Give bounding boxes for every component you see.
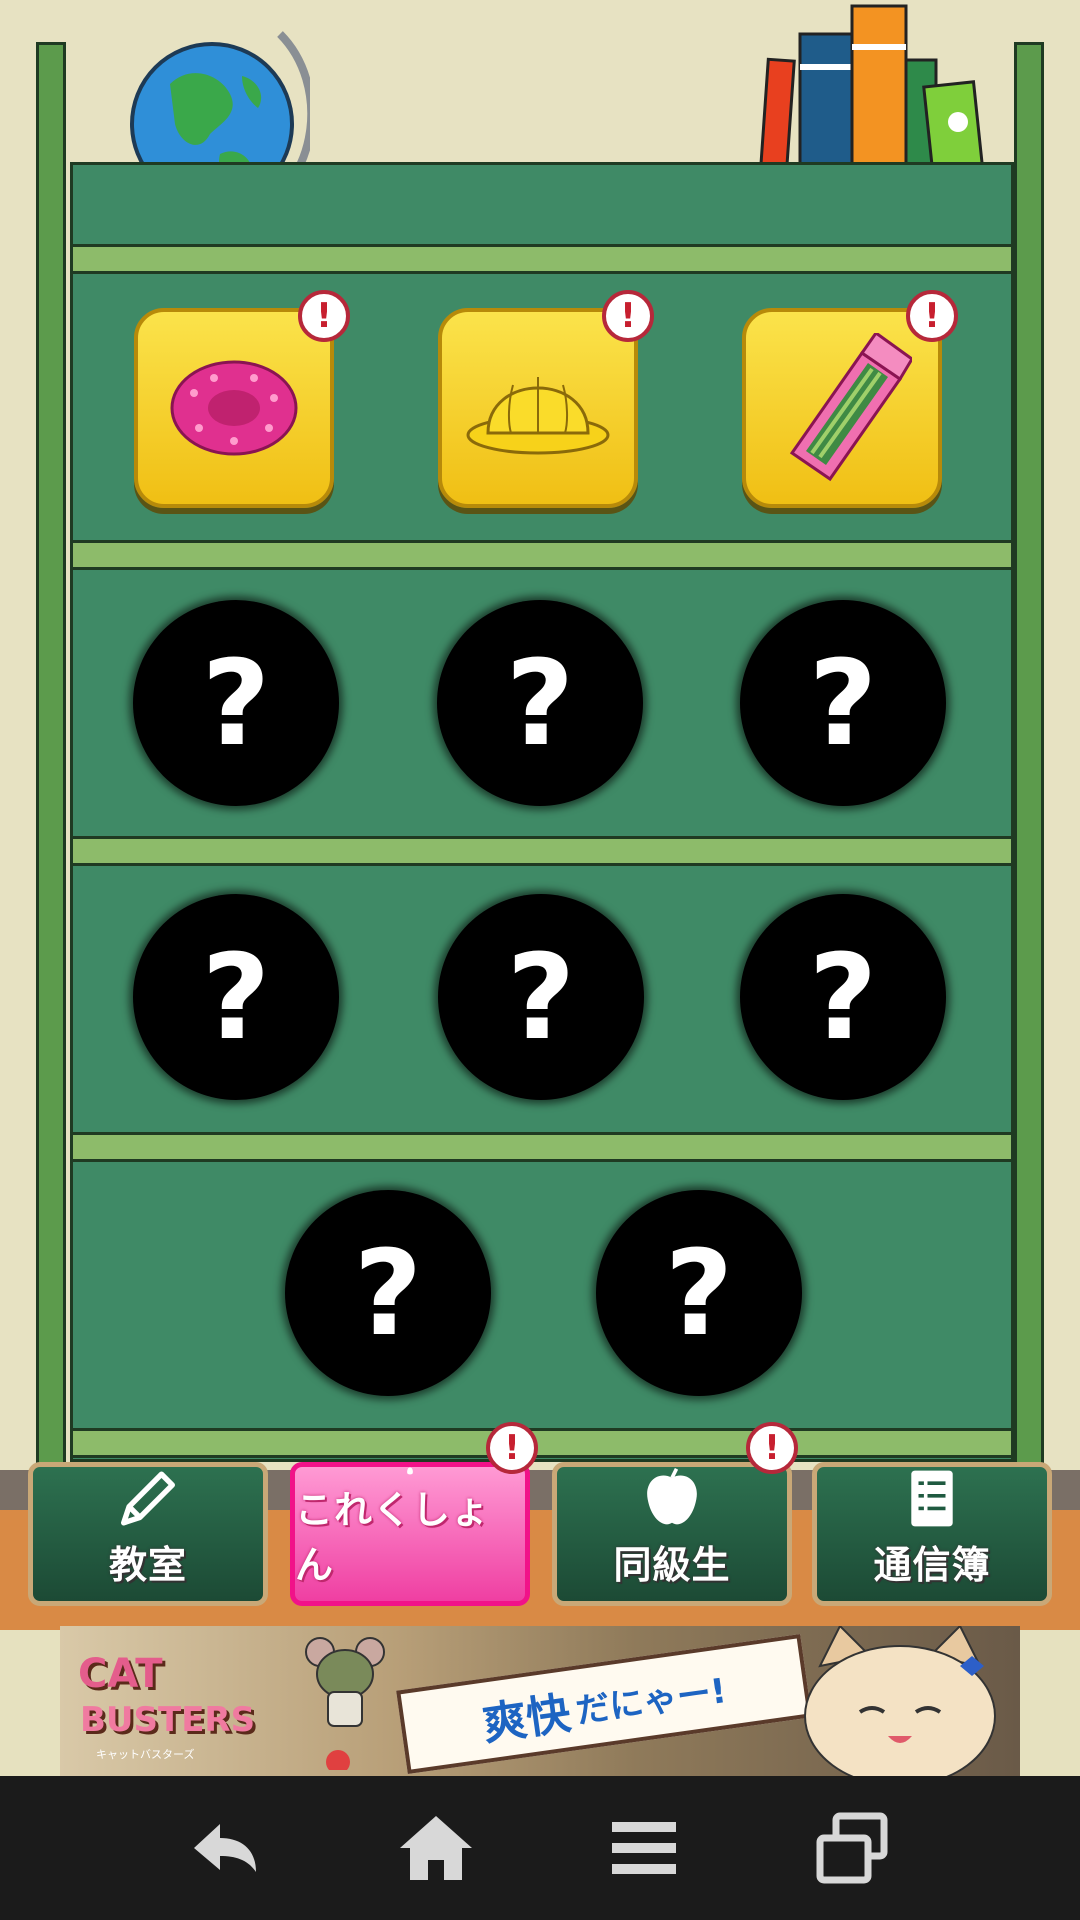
home-icon[interactable] [396, 1812, 476, 1884]
alert-badge: ! [486, 1422, 538, 1474]
ad-mouse-character [305, 1637, 385, 1770]
shelf-post-right [1014, 42, 1044, 1482]
report-card-icon [911, 1470, 953, 1527]
recent-apps-icon[interactable] [812, 1812, 892, 1884]
collection-item-locked[interactable]: ? [133, 600, 343, 810]
locked-slot: ? [596, 1190, 802, 1396]
ad-catch-main: 爽快 [479, 1688, 574, 1751]
system-navigation-bar [0, 1776, 1080, 1920]
back-icon[interactable] [186, 1812, 266, 1884]
alert-badge: ! [298, 290, 350, 342]
collection-item-locked[interactable]: ? [740, 894, 950, 1104]
shelf-plank [70, 1428, 1014, 1458]
shelf-plank [70, 1132, 1014, 1162]
shelf-plank [70, 540, 1014, 570]
ad-logo-subtitle: キャットバスターズ [96, 1748, 195, 1761]
locked-slot: ? [285, 1190, 491, 1396]
ad-logo-line2: BUSTERS [80, 1700, 256, 1740]
locked-slot: ? [133, 600, 339, 806]
collection-item-locked[interactable]: ? [133, 894, 343, 1104]
collection-item-scrunchie[interactable]: ! [134, 290, 350, 518]
locked-slot: ? [437, 600, 643, 806]
ad-catch-rest: だにゃー! [573, 1670, 729, 1732]
tab-classmates[interactable]: 同級生 [552, 1462, 792, 1606]
scrunchie-icon [170, 360, 298, 456]
ad-banner[interactable]: CAT BUSTERS キャットバスターズ 爽快 だにゃー! [60, 1626, 1020, 1776]
item-tile [438, 308, 638, 508]
collection-item-school-hat[interactable]: ! [438, 290, 654, 518]
tab-label: 通信簿 [873, 1543, 991, 1587]
collection-item-locked[interactable]: ? [438, 894, 648, 1104]
collection-item-locked[interactable]: ? [740, 600, 950, 810]
pencil-icon [121, 1471, 175, 1526]
ad-cat-character [804, 1626, 996, 1776]
shelf-plank [70, 244, 1014, 274]
collection-item-locked[interactable]: ? [285, 1190, 495, 1400]
tab-label: これくしょん [295, 1488, 491, 1587]
locked-slot: ? [133, 894, 339, 1100]
school-hat-icon [466, 377, 610, 455]
collection-item-locked[interactable]: ? [437, 600, 647, 810]
pencil-case-icon [789, 333, 912, 482]
locked-slot: ? [740, 894, 946, 1100]
alert-badge: ! [906, 290, 958, 342]
tab-classroom[interactable]: 教室 [28, 1462, 268, 1606]
shelf-plank [70, 836, 1014, 866]
locked-slot: ? [438, 894, 644, 1100]
item-tile [134, 308, 334, 508]
ad-catchphrase-banner: 爽快 だにゃー! [396, 1634, 812, 1774]
shelf-post-left [36, 42, 66, 1482]
item-tile [742, 308, 942, 508]
egg-icon [407, 1467, 413, 1475]
locked-slot: ? [740, 600, 946, 806]
tab-collection[interactable]: これくしょん [290, 1462, 530, 1606]
collection-item-pencil-case[interactable]: ! [742, 290, 958, 518]
ad-logo-line1: CAT [78, 1651, 163, 1697]
menu-icon[interactable] [604, 1812, 684, 1884]
alert-badge: ! [602, 290, 654, 342]
apple-icon [647, 1467, 697, 1525]
collection-item-locked[interactable]: ? [596, 1190, 806, 1400]
tab-report-card[interactable]: 通信簿 [812, 1462, 1052, 1606]
tab-label: 教室 [108, 1543, 187, 1587]
alert-badge: ! [746, 1422, 798, 1474]
tab-label: 同級生 [613, 1543, 731, 1587]
